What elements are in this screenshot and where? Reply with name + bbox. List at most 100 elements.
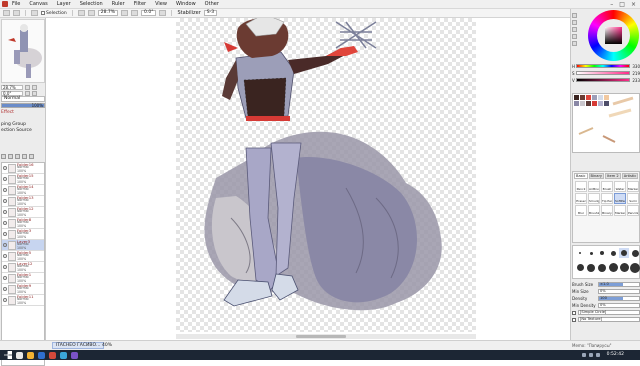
- tool-water[interactable]: Water: [614, 181, 626, 192]
- tool-binary[interactable]: Binary: [601, 205, 613, 216]
- hsv-slider-toggle-icon[interactable]: [572, 27, 577, 32]
- tool-brush[interactable]: Brush: [601, 181, 613, 192]
- language-icon[interactable]: [596, 353, 600, 357]
- tool-eraser[interactable]: Eraser: [575, 193, 587, 204]
- tool-tab-binary[interactable]: Binary: [588, 173, 605, 179]
- selection-toggle[interactable]: Selection: [41, 11, 67, 16]
- navigator-rotate-left-button[interactable]: [25, 90, 30, 96]
- volume-icon[interactable]: [589, 353, 593, 357]
- new-layer-button[interactable]: [1, 153, 6, 159]
- clipping-group-checkbox[interactable]: ping Group: [1, 122, 26, 127]
- canvas[interactable]: [176, 18, 476, 332]
- tool-tab-item2[interactable]: Item 2: [605, 173, 621, 179]
- menu-file[interactable]: File: [12, 1, 20, 7]
- menu-other[interactable]: Other: [205, 1, 219, 7]
- merge-down-button[interactable]: [15, 153, 20, 159]
- tool-pencil[interactable]: Pencil: [575, 181, 587, 192]
- zoom-field[interactable]: 28.7%: [97, 10, 119, 16]
- app-icon[interactable]: [60, 351, 67, 359]
- tool-tip-pen[interactable]: Tip Pen: [601, 193, 613, 204]
- zoom-in-button[interactable]: [87, 10, 95, 16]
- document-tab[interactable]: ITACHEO ГАСИВО...: [52, 342, 105, 349]
- rotate-right-button[interactable]: [131, 10, 139, 16]
- eye-icon[interactable]: [3, 243, 7, 247]
- paint-tool-sai-icon[interactable]: [49, 351, 56, 359]
- eye-icon[interactable]: [3, 232, 7, 236]
- tool-smudge[interactable]: Smudge: [588, 193, 600, 204]
- zoom-out-button[interactable]: [77, 10, 85, 16]
- stabilizer-select[interactable]: S-3: [203, 10, 218, 16]
- brush-size-preset[interactable]: [630, 248, 640, 258]
- selection-source-checkbox[interactable]: ection Source: [1, 128, 32, 133]
- brush-texture-checkbox[interactable]: [572, 317, 576, 322]
- tool-airbrush[interactable]: AirBrush: [588, 181, 600, 192]
- color-wheel-toggle-icon[interactable]: [572, 13, 577, 18]
- browser-icon[interactable]: [38, 351, 45, 359]
- saturation-value-square[interactable]: [605, 27, 622, 44]
- swatches-toggle-icon[interactable]: [572, 34, 577, 39]
- scratchpad[interactable]: [572, 93, 640, 153]
- undo-button[interactable]: [3, 10, 10, 16]
- file-explorer-icon[interactable]: [27, 351, 34, 359]
- rotate-left-button[interactable]: [121, 10, 129, 16]
- menu-filter[interactable]: Filter: [134, 1, 146, 7]
- navigator-preview[interactable]: [1, 19, 45, 83]
- eye-icon[interactable]: [3, 188, 7, 192]
- min-density-slider[interactable]: 0%: [598, 303, 640, 308]
- eye-icon[interactable]: [3, 298, 7, 302]
- brush-size-preset[interactable]: [597, 263, 607, 273]
- saturation-slider[interactable]: [576, 71, 630, 75]
- rgb-slider-toggle-icon[interactable]: [572, 20, 577, 25]
- navigator-zoom-in-button[interactable]: [32, 84, 37, 90]
- eye-icon[interactable]: [3, 276, 7, 280]
- delete-layer-button[interactable]: [29, 153, 34, 159]
- deselect-button[interactable]: [31, 10, 38, 16]
- redo-button[interactable]: [13, 10, 20, 16]
- brush-size-slider[interactable]: ×1.0: [598, 282, 640, 287]
- canvas-horizontal-scrollbar[interactable]: [176, 334, 476, 339]
- brush-shape-checkbox[interactable]: [572, 310, 576, 315]
- navigator-zoom-out-button[interactable]: [25, 84, 30, 90]
- brush-texture-select[interactable]: [No Texture]: [578, 317, 640, 322]
- eye-icon[interactable]: [3, 287, 7, 291]
- density-slider[interactable]: 100: [598, 296, 640, 301]
- value-slider[interactable]: [576, 78, 630, 82]
- tool-tab-artistic[interactable]: Artistic: [621, 173, 639, 179]
- tool-pencil2[interactable]: Pencil2: [627, 205, 639, 216]
- brush-size-preset[interactable]: [586, 248, 596, 258]
- menu-canvas[interactable]: Canvas: [29, 1, 47, 7]
- color-wheel[interactable]: [588, 10, 639, 61]
- taskbar-clock[interactable]: 0:52:42: [607, 352, 624, 357]
- brush-size-preset[interactable]: [608, 248, 618, 258]
- eye-icon[interactable]: [3, 210, 7, 214]
- brush-size-preset[interactable]: [630, 262, 640, 273]
- min-size-slider[interactable]: 0%: [598, 289, 640, 294]
- eye-icon[interactable]: [3, 177, 7, 181]
- brush-size-preset[interactable]: [619, 263, 629, 273]
- layer-row[interactable]: Folder11 Normal 100%: [2, 294, 44, 306]
- canvas-area[interactable]: [46, 18, 570, 350]
- menu-view[interactable]: View: [155, 1, 167, 7]
- tool-sumi[interactable]: Sumi: [627, 193, 639, 204]
- tool-blur[interactable]: Blur: [575, 205, 587, 216]
- new-folder-button[interactable]: [8, 153, 13, 159]
- navigator-rotation-field[interactable]: 0.0°: [1, 90, 23, 96]
- menu-ruler[interactable]: Ruler: [112, 1, 125, 7]
- brush-size-preset[interactable]: [608, 263, 618, 273]
- blend-mode-select[interactable]: Normal: [1, 96, 45, 102]
- tool-softpen[interactable]: SoftPen: [614, 193, 626, 204]
- tool-markers[interactable]: Markers: [614, 205, 626, 216]
- eye-icon[interactable]: [3, 166, 7, 170]
- close-icon[interactable]: ×: [631, 1, 636, 8]
- app-icon[interactable]: [71, 351, 78, 359]
- menu-selection[interactable]: Selection: [80, 1, 103, 7]
- navigator-zoom-field[interactable]: 28.7%: [1, 84, 23, 90]
- scratchpad-toggle-icon[interactable]: [572, 41, 577, 46]
- flip-button[interactable]: [159, 10, 167, 16]
- rotation-field[interactable]: 0.0°: [141, 10, 157, 16]
- tool-tab-basic[interactable]: Basic: [574, 173, 588, 179]
- eye-icon[interactable]: [3, 221, 7, 225]
- eye-icon[interactable]: [3, 265, 7, 269]
- eye-icon[interactable]: [3, 199, 7, 203]
- brush-size-preset[interactable]: [575, 248, 585, 258]
